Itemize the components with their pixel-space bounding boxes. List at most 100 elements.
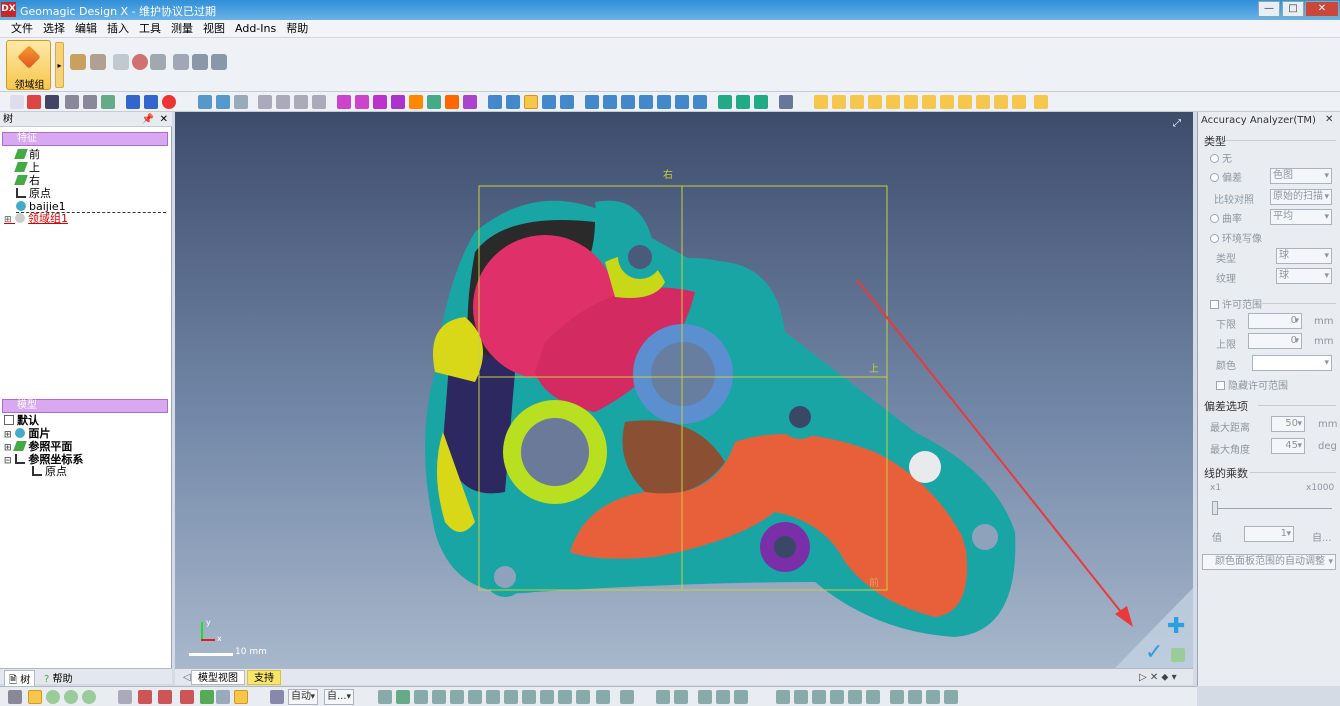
shrink-region-icon[interactable] <box>211 54 227 70</box>
expand-icon[interactable]: ⊞ <box>4 215 12 225</box>
split-icon[interactable] <box>132 54 148 70</box>
model-section-header[interactable]: 模型 <box>2 399 168 413</box>
coordinate-icon[interactable] <box>779 95 793 109</box>
status-tool-11-icon[interactable] <box>558 690 572 704</box>
close-panel-icon[interactable]: ✕ <box>1325 114 1333 125</box>
max-distance-input[interactable]: 50 <box>1271 416 1305 432</box>
mesh-display-4-icon[interactable] <box>639 95 653 109</box>
tree-item-right[interactable]: 右 <box>14 174 40 187</box>
hide-tolerance-option[interactable]: 隐藏许可范围 <box>1216 377 1288 392</box>
status-tool-2-icon[interactable] <box>396 690 410 704</box>
stop-icon[interactable] <box>162 95 176 109</box>
view-left-icon[interactable] <box>445 95 459 109</box>
status-tool-7-icon[interactable] <box>486 690 500 704</box>
render-hidden-icon[interactable] <box>506 95 520 109</box>
undo-icon[interactable] <box>126 95 140 109</box>
filter-9-icon[interactable] <box>958 95 972 109</box>
status-tool-25-icon[interactable] <box>866 690 880 704</box>
auto-adjust-button[interactable]: 颜色面板范围的自动调整 <box>1202 554 1336 570</box>
option-curvature[interactable]: 曲率 <box>1210 210 1242 225</box>
redo-icon[interactable] <box>144 95 158 109</box>
status-tool-26-icon[interactable] <box>890 690 904 704</box>
status-tool-21-icon[interactable] <box>794 690 808 704</box>
pin-icon[interactable]: 📌 <box>142 112 154 127</box>
render-shaded-icon[interactable] <box>524 95 538 109</box>
filter-12-icon[interactable] <box>1012 95 1026 109</box>
view-back-icon[interactable] <box>391 95 405 109</box>
select-icon[interactable] <box>198 95 212 109</box>
open-icon[interactable] <box>27 95 41 109</box>
view-center-icon[interactable] <box>355 95 369 109</box>
curvature-select[interactable]: 平均 <box>1270 209 1332 225</box>
status-visible-icon[interactable] <box>216 690 230 704</box>
filter-1-icon[interactable] <box>814 95 828 109</box>
mesh-display-3-icon[interactable] <box>621 95 635 109</box>
filter-7-icon[interactable] <box>922 95 936 109</box>
expand-icon[interactable]: ⊞ <box>4 430 12 440</box>
minimize-button[interactable]: — <box>1258 1 1280 17</box>
status-tool-13-icon[interactable] <box>596 690 610 704</box>
select-filter-icon[interactable] <box>216 95 230 109</box>
measure-2-icon[interactable] <box>736 95 750 109</box>
render-wire-icon[interactable] <box>488 95 502 109</box>
option-deviation[interactable]: 偏差 <box>1210 169 1242 184</box>
close-window-button[interactable]: ✕ <box>1305 1 1339 17</box>
status-paint-icon[interactable] <box>138 690 152 704</box>
measure-3-icon[interactable] <box>754 95 768 109</box>
tab-model-view[interactable]: 模型视图 <box>191 670 245 685</box>
menu-addins[interactable]: Add-Ins <box>230 20 281 38</box>
status-tool-23-icon[interactable] <box>830 690 844 704</box>
measure-1-icon[interactable] <box>718 95 732 109</box>
3d-viewport[interactable]: 右 上 前 ⤢ ✚ ✓ y x 10 mm <box>175 112 1193 668</box>
status-poly-select-icon[interactable] <box>64 690 78 704</box>
ribbon-expand-arrow[interactable]: ▸ <box>55 42 64 88</box>
option-environment[interactable]: 环境写像 <box>1210 230 1262 245</box>
status-circle-select-icon[interactable] <box>46 690 60 704</box>
status-filter-icon[interactable] <box>234 690 248 704</box>
status-tool-24-icon[interactable] <box>848 690 862 704</box>
status-tool-27-icon[interactable] <box>908 690 922 704</box>
confirm-check-icon[interactable]: ✓ <box>1145 640 1163 665</box>
status-tool-4-icon[interactable] <box>432 690 446 704</box>
view-axis-icon[interactable] <box>337 95 351 109</box>
deviation-select[interactable]: 色图 <box>1270 168 1332 184</box>
multiplier-slider-track[interactable] <box>1214 508 1332 509</box>
multiplier-slider-thumb[interactable] <box>1212 501 1218 515</box>
render-edges-icon[interactable] <box>542 95 556 109</box>
tab-support[interactable]: 支持 <box>247 670 281 685</box>
maximize-button[interactable]: □ <box>1282 1 1304 17</box>
mesh-display-1-icon[interactable] <box>585 95 599 109</box>
status-tool-22-icon[interactable] <box>812 690 826 704</box>
status-tool-20-icon[interactable] <box>776 690 790 704</box>
new-icon[interactable] <box>10 95 24 109</box>
mesh-display-7-icon[interactable] <box>693 95 707 109</box>
tree-item-origin[interactable]: 原点 <box>16 187 51 200</box>
tree-item-default[interactable]: 默认 <box>4 414 39 427</box>
upper-limit-input[interactable]: 0 <box>1248 333 1302 349</box>
expand-region-icon[interactable] <box>192 54 208 70</box>
view-right-icon[interactable] <box>463 95 477 109</box>
status-tool-5-icon[interactable] <box>450 690 464 704</box>
collapse-icon[interactable]: ⊟ <box>4 456 12 466</box>
filter-5-icon[interactable] <box>886 95 900 109</box>
status-tool-1-icon[interactable] <box>378 690 392 704</box>
grow-region-icon[interactable] <box>150 54 166 70</box>
menu-insert[interactable]: 插入 <box>102 20 134 38</box>
cancel-view-icon[interactable] <box>1171 648 1185 662</box>
max-angle-input[interactable]: 45 <box>1271 438 1305 454</box>
status-tool-16-icon[interactable] <box>674 690 688 704</box>
status-tool-6-icon[interactable] <box>468 690 482 704</box>
menu-view[interactable]: 视图 <box>198 20 230 38</box>
zoom-in-icon[interactable] <box>276 95 290 109</box>
menu-tools[interactable]: 工具 <box>134 20 166 38</box>
status-region-icon[interactable] <box>200 690 214 704</box>
status-tool-15-icon[interactable] <box>656 690 670 704</box>
maximize-view-icon[interactable]: ⤢ <box>1173 118 1181 129</box>
import-icon[interactable] <box>65 95 79 109</box>
mesh-display-6-icon[interactable] <box>675 95 689 109</box>
select-all-icon[interactable] <box>234 95 248 109</box>
status-brush-icon[interactable] <box>118 690 132 704</box>
compare-select[interactable]: 原始的扫描 <box>1270 189 1332 205</box>
view-bottom-icon[interactable] <box>427 95 441 109</box>
merge-icon[interactable] <box>113 54 129 70</box>
